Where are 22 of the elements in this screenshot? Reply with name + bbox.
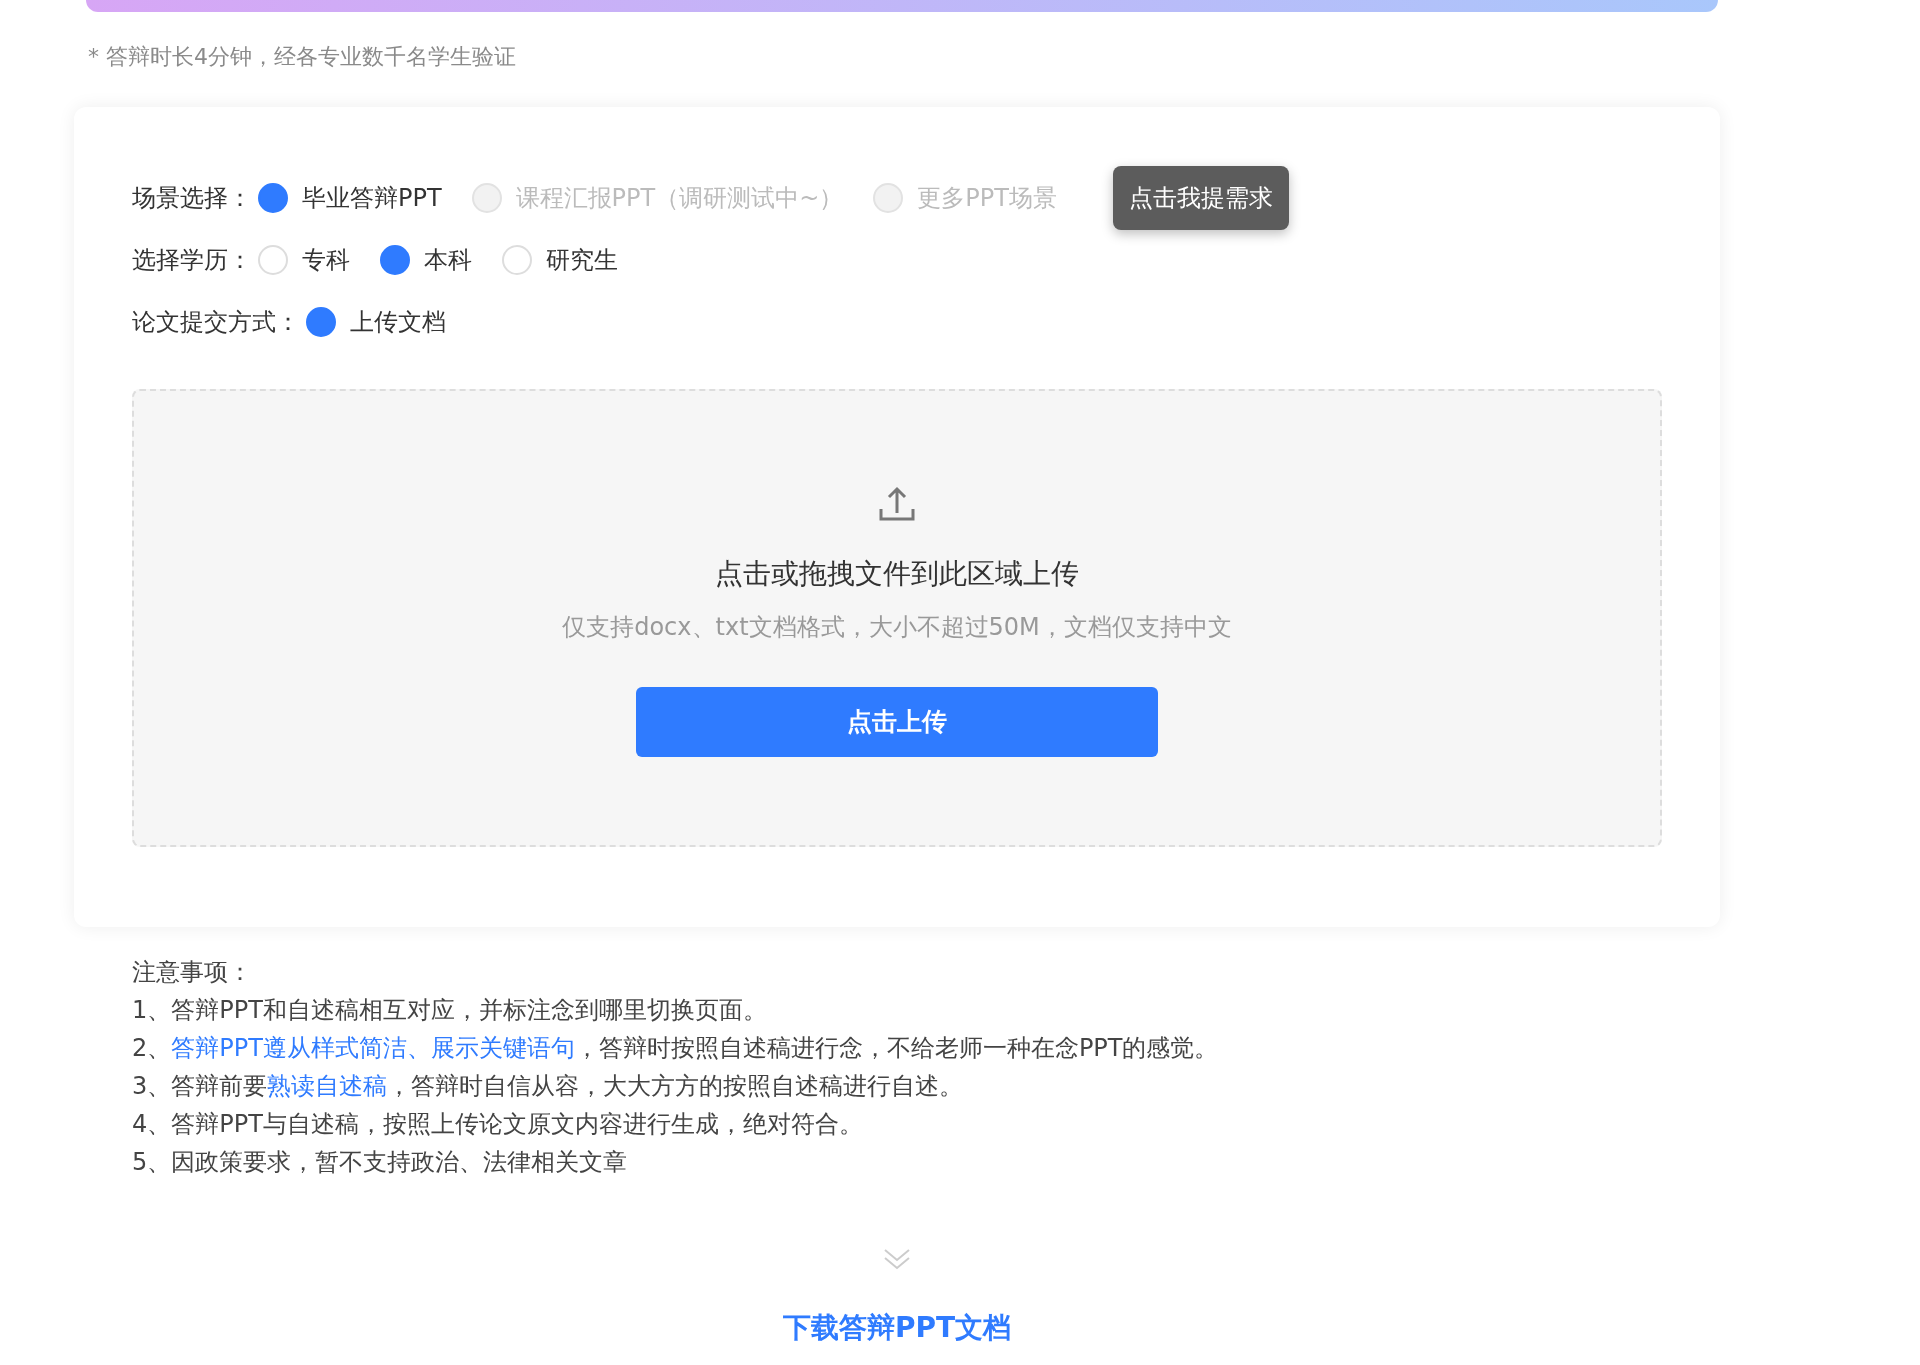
note-item: 1、答辩PPT和自述稿相互对应，并标注念到哪里切换页面。 [132,995,768,1026]
radio-option[interactable]: 研究生 [502,242,618,278]
radio-option[interactable]: 专科 [258,242,350,278]
radio-option[interactable]: 毕业答辩PPT [258,180,442,216]
upload-drop-zone[interactable]: 点击或拖拽文件到此区域上传 仅支持docx、txt文档格式，大小不超过50M，文档仅支持中文 点击上传 [132,389,1662,847]
note-item: 5、因政策要求，暂不支持政治、法律相关文章 [132,1147,629,1178]
request-tooltip[interactable]: 点击我提需求 [1112,166,1289,230]
upload-hint: 仅支持docx、txt文档格式，大小不超过50M，文档仅支持中文 [562,612,1232,643]
option-label: 论文提交方式： [132,307,300,338]
notes-heading: 注意事项： [132,957,253,988]
note-item: 3、答辩前要熟读自述稿，答辩时自信从容，大大方方的按照自述稿进行自述。 [132,1071,965,1102]
upload-button[interactable]: 点击上传 [636,687,1158,757]
double-chevron-down-icon[interactable] [882,1247,912,1271]
note-item: 2、答辩PPT遵从样式简洁、展示关键语句，答辩时按照自述稿进行念，不给老师一种在念PPT的感觉。 [132,1033,1220,1064]
radio-option[interactable]: 本科 [380,242,472,278]
option-label: 场景选择： [132,183,252,214]
upload-title: 点击或拖拽文件到此区域上传 [715,556,1079,592]
download-link[interactable]: 下载答辩PPT文档 [782,1307,1012,1349]
note-item: 4、答辩PPT与自述稿，按照上传论文原文内容进行生成，绝对符合。 [132,1109,864,1140]
option-label: 选择学历： [132,245,252,276]
duration-note: * 答辩时长4分钟，经各专业数千名学生验证 [88,43,517,71]
radio-option[interactable]: 上传文档 [306,304,446,340]
